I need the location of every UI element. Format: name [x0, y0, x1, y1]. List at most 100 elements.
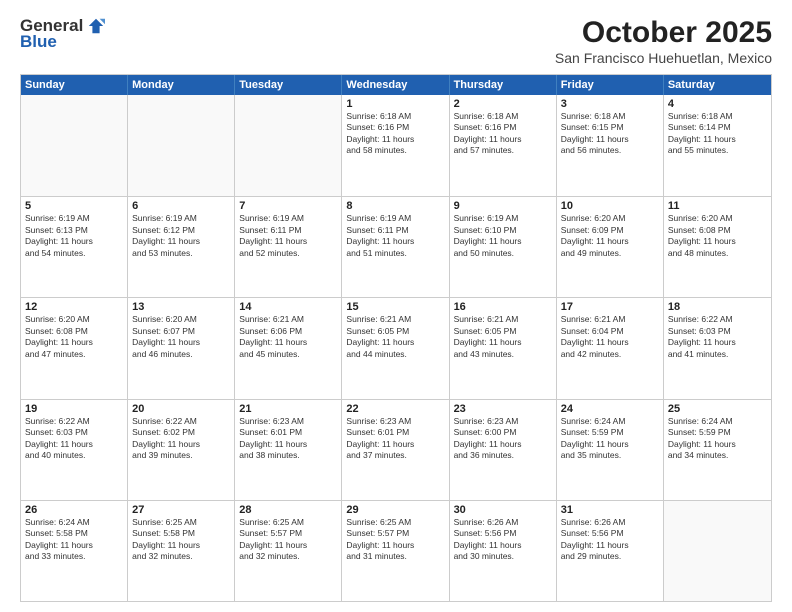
calendar-cell: 22Sunrise: 6:23 AM Sunset: 6:01 PM Dayli… [342, 400, 449, 500]
logo-blue: Blue [20, 32, 57, 52]
day-number: 26 [25, 504, 123, 516]
calendar-row: 19Sunrise: 6:22 AM Sunset: 6:03 PM Dayli… [21, 399, 771, 500]
calendar-cell [235, 95, 342, 196]
cell-info: Sunrise: 6:20 AM Sunset: 6:07 PM Dayligh… [132, 314, 230, 360]
calendar-cell: 1Sunrise: 6:18 AM Sunset: 6:16 PM Daylig… [342, 95, 449, 196]
header-cell-wednesday: Wednesday [342, 75, 449, 95]
calendar-cell: 5Sunrise: 6:19 AM Sunset: 6:13 PM Daylig… [21, 197, 128, 297]
cell-info: Sunrise: 6:26 AM Sunset: 5:56 PM Dayligh… [561, 517, 659, 563]
day-number: 19 [25, 403, 123, 415]
calendar-header: SundayMondayTuesdayWednesdayThursdayFrid… [21, 75, 771, 95]
calendar-row: 12Sunrise: 6:20 AM Sunset: 6:08 PM Dayli… [21, 297, 771, 398]
day-number: 13 [132, 301, 230, 313]
header-cell-tuesday: Tuesday [235, 75, 342, 95]
day-number: 28 [239, 504, 337, 516]
cell-info: Sunrise: 6:24 AM Sunset: 5:59 PM Dayligh… [668, 416, 767, 462]
day-number: 3 [561, 98, 659, 110]
day-number: 15 [346, 301, 444, 313]
calendar-cell: 6Sunrise: 6:19 AM Sunset: 6:12 PM Daylig… [128, 197, 235, 297]
calendar-cell: 28Sunrise: 6:25 AM Sunset: 5:57 PM Dayli… [235, 501, 342, 601]
cell-info: Sunrise: 6:25 AM Sunset: 5:57 PM Dayligh… [346, 517, 444, 563]
calendar-cell: 27Sunrise: 6:25 AM Sunset: 5:58 PM Dayli… [128, 501, 235, 601]
calendar-cell: 31Sunrise: 6:26 AM Sunset: 5:56 PM Dayli… [557, 501, 664, 601]
day-number: 4 [668, 98, 767, 110]
day-number: 5 [25, 200, 123, 212]
cell-info: Sunrise: 6:20 AM Sunset: 6:08 PM Dayligh… [668, 213, 767, 259]
cell-info: Sunrise: 6:25 AM Sunset: 5:57 PM Dayligh… [239, 517, 337, 563]
cell-info: Sunrise: 6:20 AM Sunset: 6:09 PM Dayligh… [561, 213, 659, 259]
calendar-cell: 23Sunrise: 6:23 AM Sunset: 6:00 PM Dayli… [450, 400, 557, 500]
calendar-cell: 26Sunrise: 6:24 AM Sunset: 5:58 PM Dayli… [21, 501, 128, 601]
header-cell-thursday: Thursday [450, 75, 557, 95]
cell-info: Sunrise: 6:23 AM Sunset: 6:00 PM Dayligh… [454, 416, 552, 462]
calendar-cell: 10Sunrise: 6:20 AM Sunset: 6:09 PM Dayli… [557, 197, 664, 297]
cell-info: Sunrise: 6:19 AM Sunset: 6:10 PM Dayligh… [454, 213, 552, 259]
cell-info: Sunrise: 6:22 AM Sunset: 6:03 PM Dayligh… [668, 314, 767, 360]
calendar-cell: 7Sunrise: 6:19 AM Sunset: 6:11 PM Daylig… [235, 197, 342, 297]
calendar-cell: 19Sunrise: 6:22 AM Sunset: 6:03 PM Dayli… [21, 400, 128, 500]
calendar-cell: 2Sunrise: 6:18 AM Sunset: 6:16 PM Daylig… [450, 95, 557, 196]
location-title: San Francisco Huehuetlan, Mexico [555, 50, 772, 66]
day-number: 12 [25, 301, 123, 313]
day-number: 2 [454, 98, 552, 110]
cell-info: Sunrise: 6:21 AM Sunset: 6:05 PM Dayligh… [346, 314, 444, 360]
calendar-cell [128, 95, 235, 196]
day-number: 25 [668, 403, 767, 415]
day-number: 8 [346, 200, 444, 212]
calendar-cell: 21Sunrise: 6:23 AM Sunset: 6:01 PM Dayli… [235, 400, 342, 500]
cell-info: Sunrise: 6:18 AM Sunset: 6:14 PM Dayligh… [668, 111, 767, 157]
calendar-cell: 25Sunrise: 6:24 AM Sunset: 5:59 PM Dayli… [664, 400, 771, 500]
cell-info: Sunrise: 6:20 AM Sunset: 6:08 PM Dayligh… [25, 314, 123, 360]
calendar-cell: 8Sunrise: 6:19 AM Sunset: 6:11 PM Daylig… [342, 197, 449, 297]
logo-icon [87, 17, 105, 35]
calendar-body: 1Sunrise: 6:18 AM Sunset: 6:16 PM Daylig… [21, 95, 771, 601]
calendar-row: 1Sunrise: 6:18 AM Sunset: 6:16 PM Daylig… [21, 95, 771, 196]
cell-info: Sunrise: 6:22 AM Sunset: 6:03 PM Dayligh… [25, 416, 123, 462]
day-number: 18 [668, 301, 767, 313]
calendar-cell: 20Sunrise: 6:22 AM Sunset: 6:02 PM Dayli… [128, 400, 235, 500]
day-number: 29 [346, 504, 444, 516]
page: General Blue October 2025 San Francisco … [0, 0, 792, 612]
calendar-cell: 14Sunrise: 6:21 AM Sunset: 6:06 PM Dayli… [235, 298, 342, 398]
cell-info: Sunrise: 6:18 AM Sunset: 6:16 PM Dayligh… [346, 111, 444, 157]
calendar-cell: 29Sunrise: 6:25 AM Sunset: 5:57 PM Dayli… [342, 501, 449, 601]
cell-info: Sunrise: 6:25 AM Sunset: 5:58 PM Dayligh… [132, 517, 230, 563]
calendar-cell: 13Sunrise: 6:20 AM Sunset: 6:07 PM Dayli… [128, 298, 235, 398]
day-number: 1 [346, 98, 444, 110]
cell-info: Sunrise: 6:21 AM Sunset: 6:04 PM Dayligh… [561, 314, 659, 360]
day-number: 27 [132, 504, 230, 516]
day-number: 31 [561, 504, 659, 516]
day-number: 9 [454, 200, 552, 212]
calendar-cell: 15Sunrise: 6:21 AM Sunset: 6:05 PM Dayli… [342, 298, 449, 398]
day-number: 6 [132, 200, 230, 212]
calendar-cell: 11Sunrise: 6:20 AM Sunset: 6:08 PM Dayli… [664, 197, 771, 297]
day-number: 7 [239, 200, 337, 212]
day-number: 30 [454, 504, 552, 516]
cell-info: Sunrise: 6:22 AM Sunset: 6:02 PM Dayligh… [132, 416, 230, 462]
cell-info: Sunrise: 6:21 AM Sunset: 6:06 PM Dayligh… [239, 314, 337, 360]
calendar-cell: 30Sunrise: 6:26 AM Sunset: 5:56 PM Dayli… [450, 501, 557, 601]
logo: General Blue [20, 16, 105, 52]
header-cell-monday: Monday [128, 75, 235, 95]
calendar-cell: 4Sunrise: 6:18 AM Sunset: 6:14 PM Daylig… [664, 95, 771, 196]
cell-info: Sunrise: 6:19 AM Sunset: 6:12 PM Dayligh… [132, 213, 230, 259]
cell-info: Sunrise: 6:19 AM Sunset: 6:11 PM Dayligh… [239, 213, 337, 259]
day-number: 10 [561, 200, 659, 212]
calendar-cell [21, 95, 128, 196]
header: General Blue October 2025 San Francisco … [20, 16, 772, 66]
header-cell-friday: Friday [557, 75, 664, 95]
day-number: 22 [346, 403, 444, 415]
cell-info: Sunrise: 6:24 AM Sunset: 5:59 PM Dayligh… [561, 416, 659, 462]
day-number: 20 [132, 403, 230, 415]
day-number: 21 [239, 403, 337, 415]
cell-info: Sunrise: 6:18 AM Sunset: 6:15 PM Dayligh… [561, 111, 659, 157]
cell-info: Sunrise: 6:18 AM Sunset: 6:16 PM Dayligh… [454, 111, 552, 157]
day-number: 11 [668, 200, 767, 212]
calendar-cell: 17Sunrise: 6:21 AM Sunset: 6:04 PM Dayli… [557, 298, 664, 398]
day-number: 14 [239, 301, 337, 313]
cell-info: Sunrise: 6:19 AM Sunset: 6:11 PM Dayligh… [346, 213, 444, 259]
calendar-cell: 12Sunrise: 6:20 AM Sunset: 6:08 PM Dayli… [21, 298, 128, 398]
calendar-cell: 9Sunrise: 6:19 AM Sunset: 6:10 PM Daylig… [450, 197, 557, 297]
cell-info: Sunrise: 6:21 AM Sunset: 6:05 PM Dayligh… [454, 314, 552, 360]
cell-info: Sunrise: 6:23 AM Sunset: 6:01 PM Dayligh… [239, 416, 337, 462]
